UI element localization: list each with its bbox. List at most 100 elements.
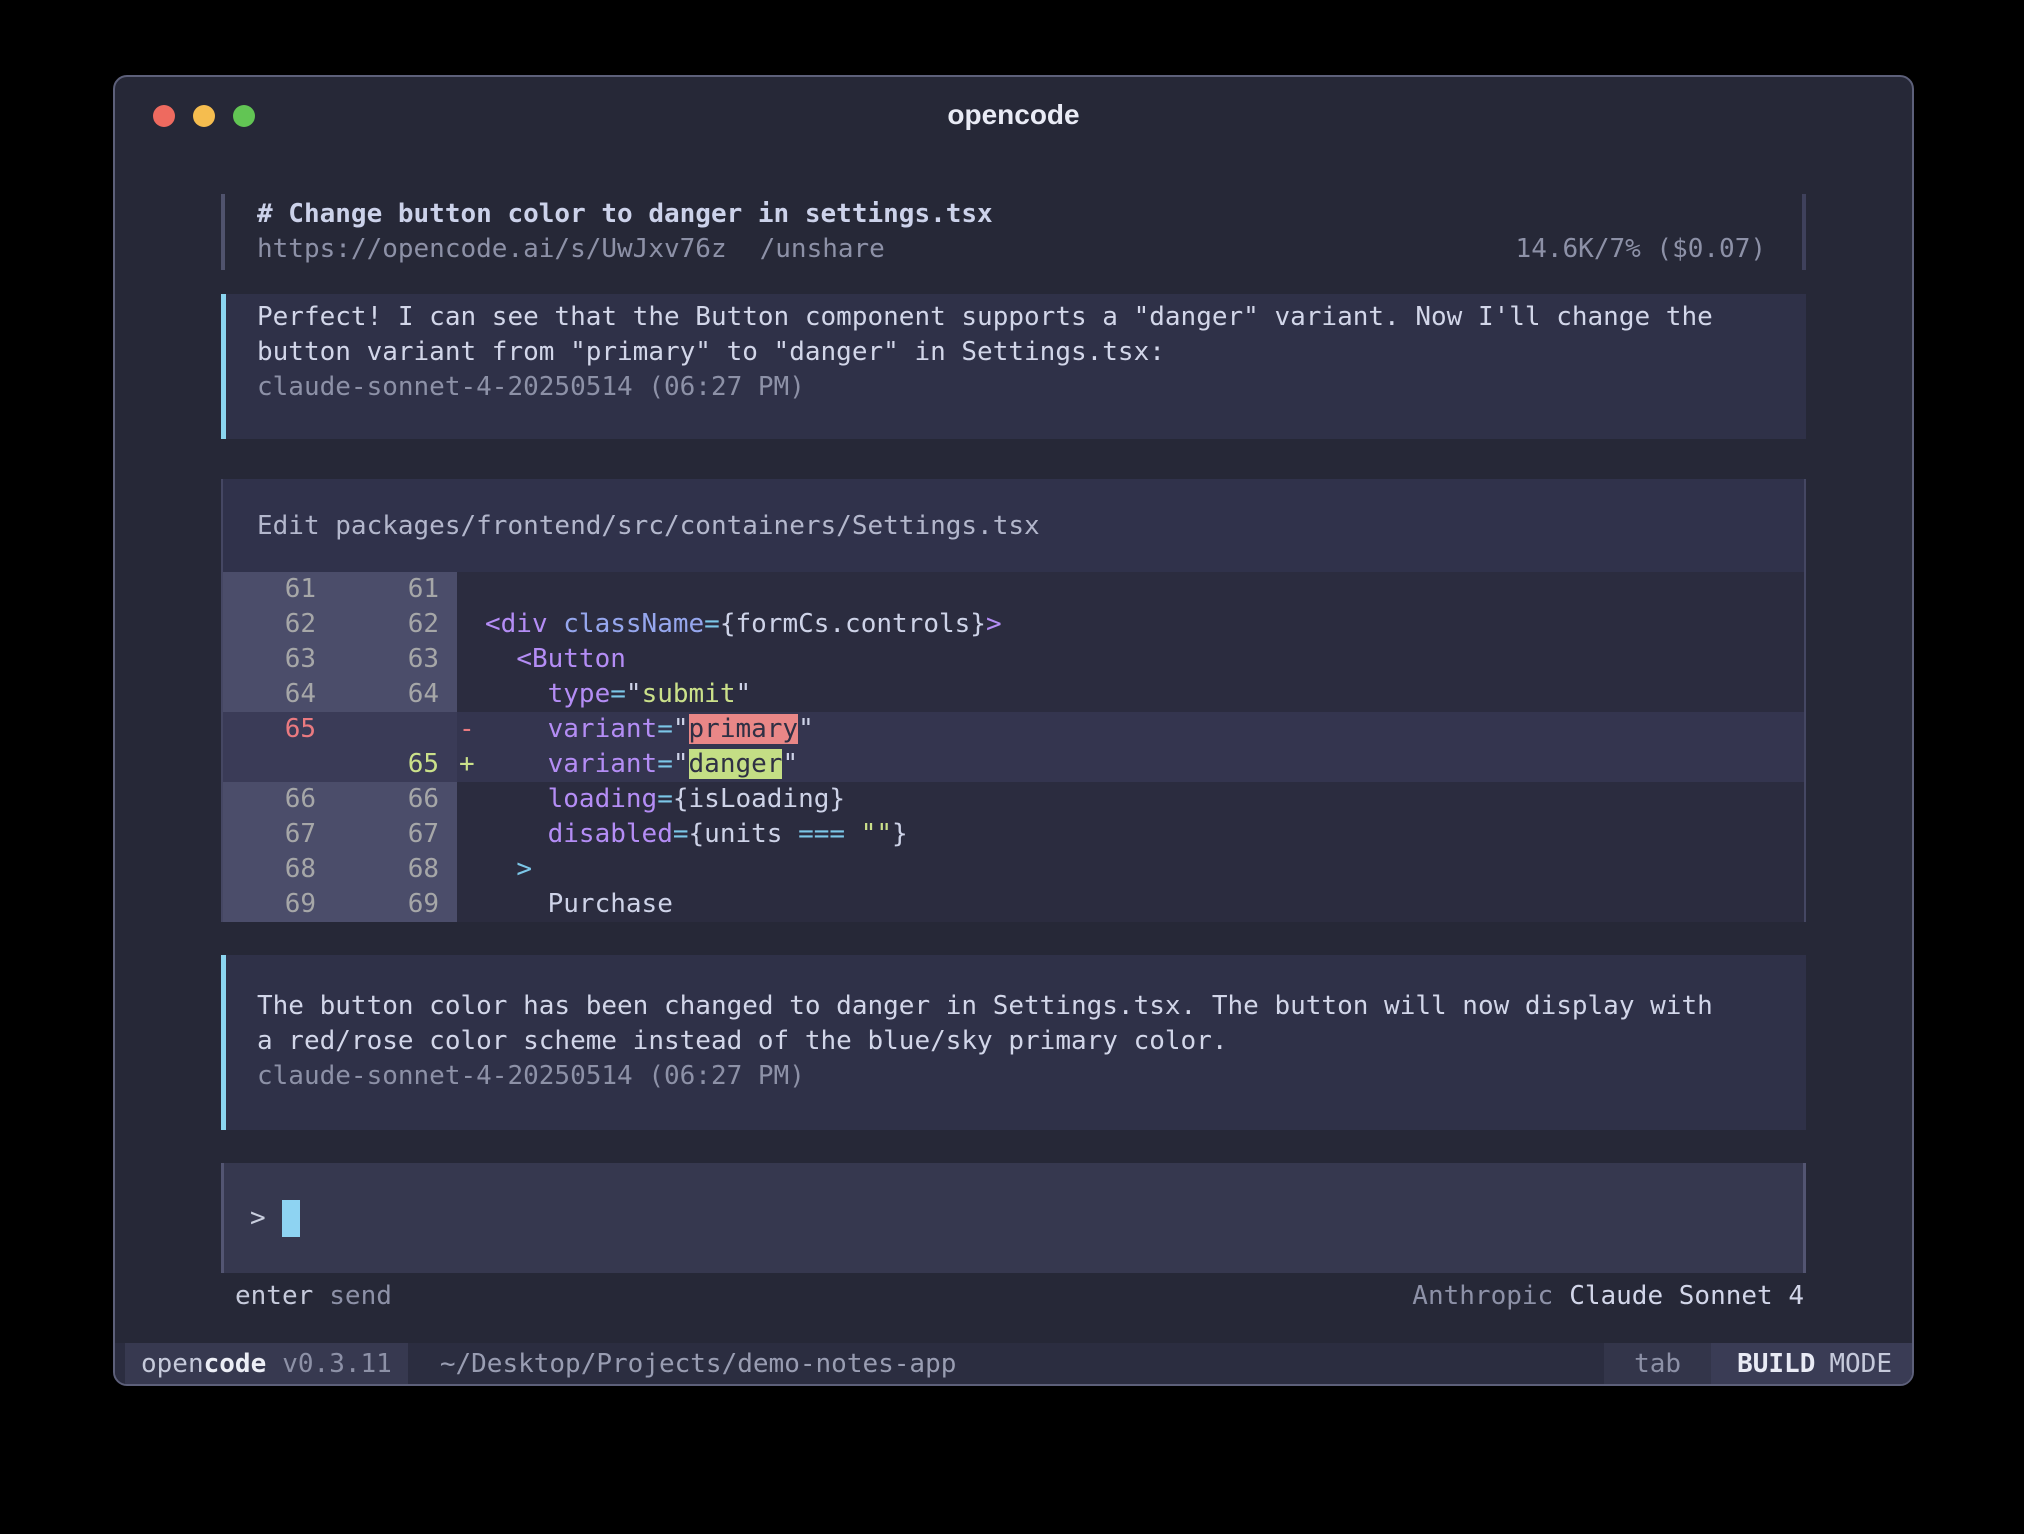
code-token: {units: [689, 819, 799, 849]
edit-tool-card: Edit packages/frontend/src/containers/Se…: [221, 479, 1806, 922]
code-token: ": [782, 749, 798, 779]
session-subline-spacer: [885, 232, 1516, 267]
new-line-number: 61: [340, 572, 457, 607]
new-line-number: [340, 712, 457, 747]
text-cursor: [282, 1200, 300, 1237]
diff-marker: [457, 887, 485, 922]
mode-toggle-key-hint: tab: [1604, 1343, 1711, 1384]
old-line-number: 63: [223, 642, 340, 677]
diff-code-line: >: [485, 852, 1804, 887]
message-model-timestamp: claude-sonnet-4-20250514 (06:27 PM): [257, 1059, 1806, 1094]
diff-code-line: <Button: [485, 642, 1804, 677]
prompt-input[interactable]: >: [221, 1163, 1806, 1273]
assistant-message: The button color has been changed to dan…: [221, 955, 1806, 1130]
code-token: loading: [548, 784, 658, 814]
message-model-timestamp: claude-sonnet-4-20250514 (06:27 PM): [257, 370, 1806, 405]
old-line-number: 65: [223, 712, 340, 747]
diff-row: 65+ variant="danger": [223, 747, 1804, 782]
old-line-number: 67: [223, 817, 340, 852]
code-token: Purchase: [548, 889, 673, 919]
code-token: className: [563, 609, 704, 639]
diff-code-line: [485, 572, 1804, 607]
new-line-number: 66: [340, 782, 457, 817]
diff-marker: [457, 607, 485, 642]
diff-code-line: variant="primary": [485, 712, 1804, 747]
code-token: submit: [642, 679, 736, 709]
unshare-command[interactable]: /unshare: [760, 232, 885, 267]
main-content: # Change button color to danger in setti…: [221, 152, 1806, 1343]
send-action-hint: send: [329, 1279, 392, 1314]
code-token: [485, 679, 548, 709]
code-token: primary: [689, 714, 799, 744]
code-token: ": [673, 749, 689, 779]
code-token: disabled: [548, 819, 673, 849]
session-title: # Change button color to danger in setti…: [257, 197, 1766, 232]
mode-name: BUILD: [1737, 1349, 1815, 1379]
code-token: danger: [689, 749, 783, 779]
diff-row: 6868 >: [223, 852, 1804, 887]
app-window: opencode # Change button color to danger…: [113, 75, 1914, 1386]
code-token: type: [548, 679, 611, 709]
code-token: ": [673, 714, 689, 744]
status-bar-spacer: [956, 1343, 1604, 1384]
diff-row: 65 - variant="primary": [223, 712, 1804, 747]
session-subline: https://opencode.ai/s/UwJxv76z /unshare …: [257, 232, 1766, 267]
diff-row: 6666 loading={isLoading}: [223, 782, 1804, 817]
message-text-line: button variant from "primary" to "danger…: [257, 335, 1806, 370]
mode-suffix: MODE: [1829, 1349, 1892, 1379]
diff-marker: -: [457, 712, 485, 747]
new-line-number: 64: [340, 677, 457, 712]
app-name-bold: code: [204, 1349, 267, 1379]
code-token: [548, 609, 564, 639]
edit-tool-header: Edit packages/frontend/src/containers/Se…: [223, 479, 1804, 544]
assistant-message: Perfect! I can see that the Button compo…: [221, 294, 1806, 439]
mode-indicator: BUILD MODE: [1711, 1343, 1912, 1384]
message-text-line: The button color has been changed to dan…: [257, 989, 1806, 1024]
code-token: [485, 889, 548, 919]
provider-label: Anthropic: [1412, 1279, 1553, 1314]
new-line-number: 65: [340, 747, 457, 782]
diff-row: 6262<div className={formCs.controls}>: [223, 607, 1804, 642]
diff-code-line: loading={isLoading}: [485, 782, 1804, 817]
code-token: ===: [798, 819, 845, 849]
code-token: ": [798, 714, 814, 744]
working-directory: ~/Desktop/Projects/demo-notes-app: [440, 1343, 957, 1384]
old-line-number: 64: [223, 677, 340, 712]
new-line-number: 68: [340, 852, 457, 887]
titlebar: opencode: [115, 77, 1912, 152]
code-token: =: [610, 679, 626, 709]
code-token: "": [861, 819, 892, 849]
hint-bar: enter send Anthropic Claude Sonnet 4: [221, 1279, 1806, 1314]
diff-row: 6969 Purchase: [223, 887, 1804, 922]
diff-row: 6363 <Button: [223, 642, 1804, 677]
context-token-stats: 14.6K/7% ($0.07): [1516, 232, 1766, 267]
code-token: [845, 819, 861, 849]
diff-marker: +: [457, 747, 485, 782]
code-token: >: [516, 854, 532, 884]
code-token: [485, 714, 548, 744]
code-token: [485, 819, 548, 849]
share-url-link[interactable]: https://opencode.ai/s/UwJxv76z: [257, 232, 727, 267]
code-token: =: [704, 609, 720, 639]
code-token: =: [657, 749, 673, 779]
code-token: [485, 749, 548, 779]
app-version: v0.3.11: [282, 1349, 392, 1379]
code-token: ": [735, 679, 751, 709]
diff-marker: [457, 852, 485, 887]
prompt-symbol: >: [250, 1203, 266, 1233]
diff-code-line: disabled={units === ""}: [485, 817, 1804, 852]
new-line-number: 62: [340, 607, 457, 642]
enter-key-hint: enter: [235, 1279, 313, 1314]
window-title: opencode: [115, 99, 1912, 131]
old-line-number: [223, 747, 340, 782]
hint-bar-spacer: [392, 1279, 1412, 1314]
old-line-number: 69: [223, 887, 340, 922]
code-token: variant: [548, 749, 658, 779]
new-line-number: 69: [340, 887, 457, 922]
code-token: {isLoading}: [673, 784, 845, 814]
new-line-number: 63: [340, 642, 457, 677]
code-token: }: [892, 819, 908, 849]
diff-code-line: <div className={formCs.controls}>: [485, 607, 1804, 642]
code-token: [485, 784, 548, 814]
code-token: {formCs.controls}: [720, 609, 986, 639]
